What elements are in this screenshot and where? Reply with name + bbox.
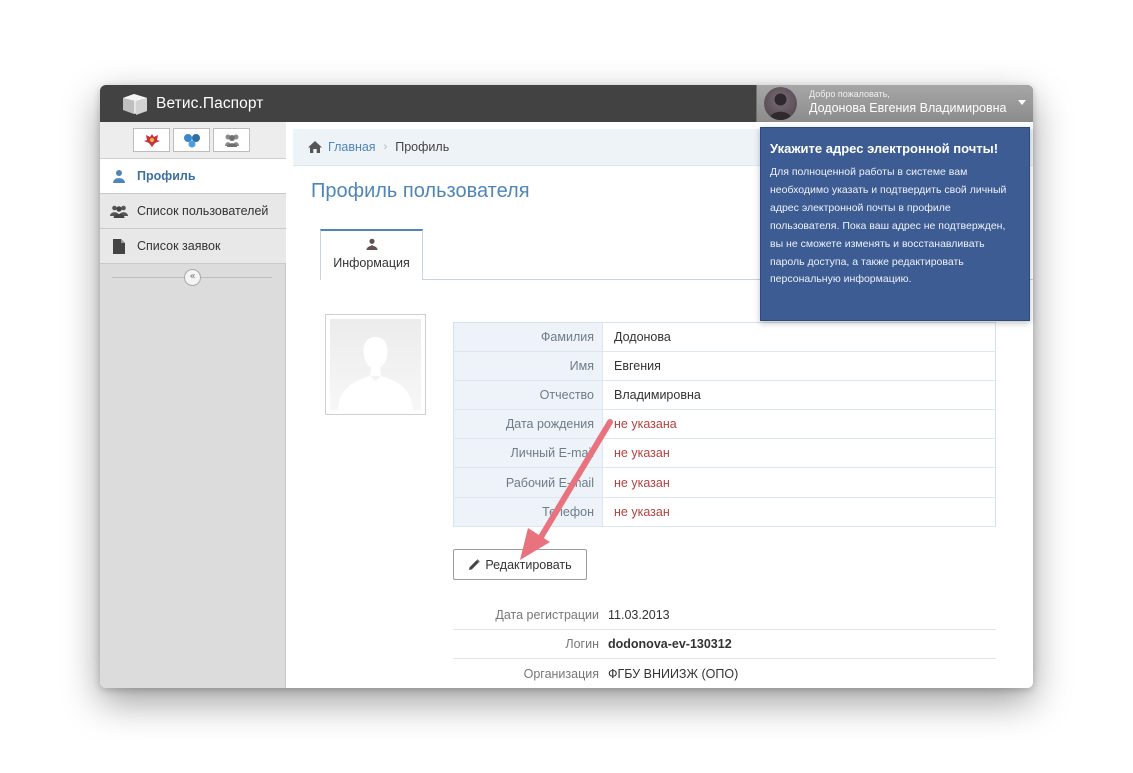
user-silhouette-icon: [769, 93, 792, 120]
molecules-icon: [183, 134, 200, 148]
field-label-birth-date: Дата рождения: [453, 409, 603, 440]
table-row: Телефон не указан: [453, 497, 996, 527]
meta-value: 11.03.2013: [608, 608, 670, 622]
notice-title: Укажите адрес электронной почты!: [770, 141, 999, 156]
user-avatar: [764, 87, 797, 120]
sidebar-item-label: Профиль: [137, 169, 196, 183]
tab-information[interactable]: Информация: [320, 229, 423, 280]
home-icon[interactable]: [307, 140, 323, 154]
user-menu[interactable]: Добро пожаловать, Додонова Евгения Влади…: [756, 85, 1033, 122]
user-icon: [366, 238, 377, 250]
shortcut-coat-of-arms[interactable]: [133, 128, 170, 152]
sidebar-item-label: Список заявок: [137, 239, 221, 253]
table-row: Фамилия Додонова: [453, 322, 996, 353]
field-value-personal-email: не указан: [602, 438, 996, 469]
meta-label: Дата регистрации: [495, 608, 599, 622]
breadcrumb-home-link[interactable]: Главная: [328, 140, 376, 154]
table-row: Отчество Владимировна: [453, 380, 996, 411]
welcome-text: Добро пожаловать,: [809, 89, 890, 99]
breadcrumb-separator: ›: [383, 141, 388, 153]
meta-label: Организация: [523, 666, 599, 681]
field-value-work-email: не указан: [602, 467, 996, 498]
field-label-patronymic: Отчество: [453, 380, 603, 411]
avatar-placeholder-icon: [338, 337, 413, 410]
field-label-personal-email: Личный E-mail: [453, 438, 603, 469]
meta-row-organization: Организация ФГБУ ВНИИЗЖ (ОПО): [453, 659, 996, 688]
meta-label: Логин: [565, 637, 599, 651]
chevron-down-icon[interactable]: [1018, 100, 1026, 105]
tab-label: Информация: [333, 256, 410, 270]
field-value-first-name: Евгения: [602, 351, 996, 382]
sidebar-item-users[interactable]: Список пользователей: [100, 194, 286, 229]
meta-value: dodonova-ev-130312: [608, 637, 732, 651]
table-row: Личный E-mail не указан: [453, 438, 996, 469]
email-required-notice: Укажите адрес электронной почты! Для пол…: [760, 127, 1030, 321]
sidebar: Профиль Список пользователей Список заяв…: [100, 122, 294, 688]
notice-text: Для полноценной работы в системе вам нео…: [770, 166, 1007, 286]
users-icon: [110, 203, 128, 219]
field-value-birth-date: не указана: [602, 409, 996, 440]
edit-profile-button[interactable]: Редактировать: [453, 549, 587, 580]
coat-of-arms-icon: [143, 134, 160, 147]
table-row: Рабочий E-mail не указан: [453, 467, 996, 498]
sidebar-item-requests[interactable]: Список заявок: [100, 229, 286, 264]
field-value-last-name: Додонова: [602, 322, 996, 353]
sidebar-item-label: Список пользователей: [137, 204, 269, 218]
meta-row-login: Логин dodonova-ev-130312: [453, 630, 996, 659]
field-label-first-name: Имя: [453, 351, 603, 382]
shortcut-bar: [100, 122, 286, 159]
brand[interactable]: Ветис.Паспорт: [120, 89, 263, 119]
breadcrumb-current: Профиль: [395, 140, 450, 154]
top-bar: Ветис.Паспорт Добро пожаловать, Додонова…: [100, 85, 1033, 122]
shortcut-molecules[interactable]: [173, 128, 210, 152]
field-value-patronymic: Владимировна: [602, 380, 996, 411]
field-value-phone: не указан: [602, 497, 996, 527]
app-title: Ветис.Паспорт: [156, 95, 264, 112]
pencil-icon: [469, 558, 481, 570]
collapse-sidebar-button[interactable]: «: [184, 269, 201, 286]
table-row: Дата рождения не указана: [453, 409, 996, 440]
profile-photo[interactable]: [325, 314, 426, 415]
user-name: Додонова Евгения Владимировна: [809, 101, 1007, 115]
sidebar-item-profile[interactable]: Профиль: [100, 159, 294, 194]
field-label-work-email: Рабочий E-mail: [453, 467, 603, 498]
table-row: Имя Евгения: [453, 351, 996, 382]
shortcut-users-group[interactable]: [213, 128, 250, 152]
document-icon: [110, 238, 128, 254]
user-icon: [110, 168, 128, 184]
field-label-phone: Телефон: [453, 497, 603, 527]
users-group-icon: [224, 134, 239, 147]
field-label-last-name: Фамилия: [453, 322, 603, 353]
meta-value: ФГБУ ВНИИЗЖ (ОПО): [608, 666, 739, 681]
meta-row-registration-date: Дата регистрации 11.03.2013: [453, 601, 996, 630]
page-title: Профиль пользователя: [311, 180, 530, 202]
profile-info-table: Фамилия Додонова Имя Евгения Отчество Вл…: [453, 322, 996, 527]
edit-button-label: Редактировать: [485, 557, 572, 572]
passport-cube-logo-icon: [123, 94, 147, 115]
